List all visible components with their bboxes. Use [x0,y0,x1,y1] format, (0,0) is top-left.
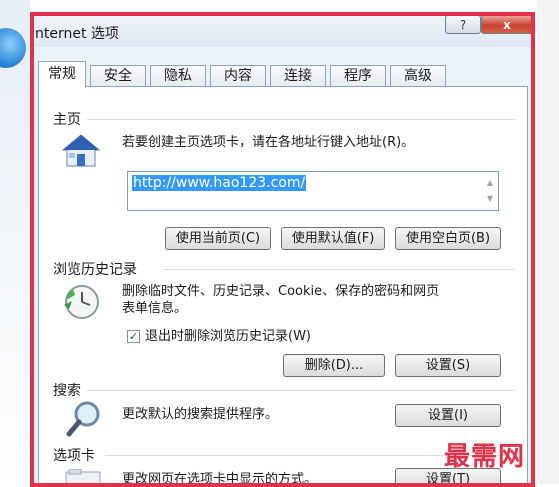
help-button[interactable]: ? [445,15,481,34]
home-icon [61,132,101,170]
history-section-divider [163,269,515,270]
tab-privacy[interactable]: 隐私 [150,65,206,87]
home-description: 若要创建主页选项卡，请在各地址行键入地址(R)。 [122,135,415,150]
tab-connections[interactable]: 连接 [270,65,326,87]
use-default-button[interactable]: 使用默认值(F) [281,227,385,250]
home-section-label: 主页 [53,112,81,128]
general-tab-panel: 主页 若要创建主页选项卡，请在各地址行键入地址(R)。 http://www.h… [38,86,528,485]
tab-strip: 常规 安全 隐私 内容 连接 程序 高级 [38,61,468,88]
search-section-label: 搜索 [53,383,81,399]
internet-options-dialog: nternet 选项 ? x 常规 安全 隐私 内容 连接 程序 高级 主页 若… [30,12,535,486]
desktop-background [0,0,30,484]
tab-programs[interactable]: 程序 [330,65,386,87]
search-section-divider [87,390,515,391]
delete-history-on-exit-checkbox[interactable]: ✓ [127,330,140,343]
close-button[interactable]: x [481,15,533,34]
url-field-scrollbar[interactable]: ▲ ▼ [484,175,496,207]
history-description-line1: 删除临时文件、历史记录、Cookie、保存的密码和网页 [122,284,440,299]
home-section-divider [87,119,515,120]
search-magnifier-icon [65,400,103,438]
window-title: nternet 选项 [35,26,119,42]
history-clock-icon [63,283,101,321]
tab-general[interactable]: 常规 [38,61,86,88]
use-blank-page-button[interactable]: 使用空白页(B) [395,227,501,250]
history-settings-button[interactable]: 设置(S) [395,354,501,377]
search-settings-button[interactable]: 设置(I) [395,404,501,427]
tab-advanced[interactable]: 高级 [390,65,446,87]
delete-history-button[interactable]: 删除(D)... [283,354,385,377]
tabs-section-label: 选项卡 [53,448,95,464]
history-section-label: 浏览历史记录 [53,262,137,278]
tab-content[interactable]: 内容 [210,65,266,87]
delete-history-on-exit-label[interactable]: 退出时删除浏览历史记录(W) [145,328,311,345]
desktop-background-right [537,0,559,484]
history-description-line2: 表单信息。 [122,301,188,316]
tab-security[interactable]: 安全 [90,65,146,87]
watermark-text: 最需网 [444,442,526,472]
home-page-url-field[interactable]: http://www.hao123.com/ ▲ ▼ [127,171,499,211]
search-description: 更改默认的搜索提供程序。 [122,407,279,422]
home-page-url-text: http://www.hao123.com/ [132,175,307,191]
tabs-window-icon [65,468,101,485]
title-bar[interactable]: nternet 选项 ? x [31,13,534,47]
use-current-page-button[interactable]: 使用当前页(C) [165,227,271,250]
